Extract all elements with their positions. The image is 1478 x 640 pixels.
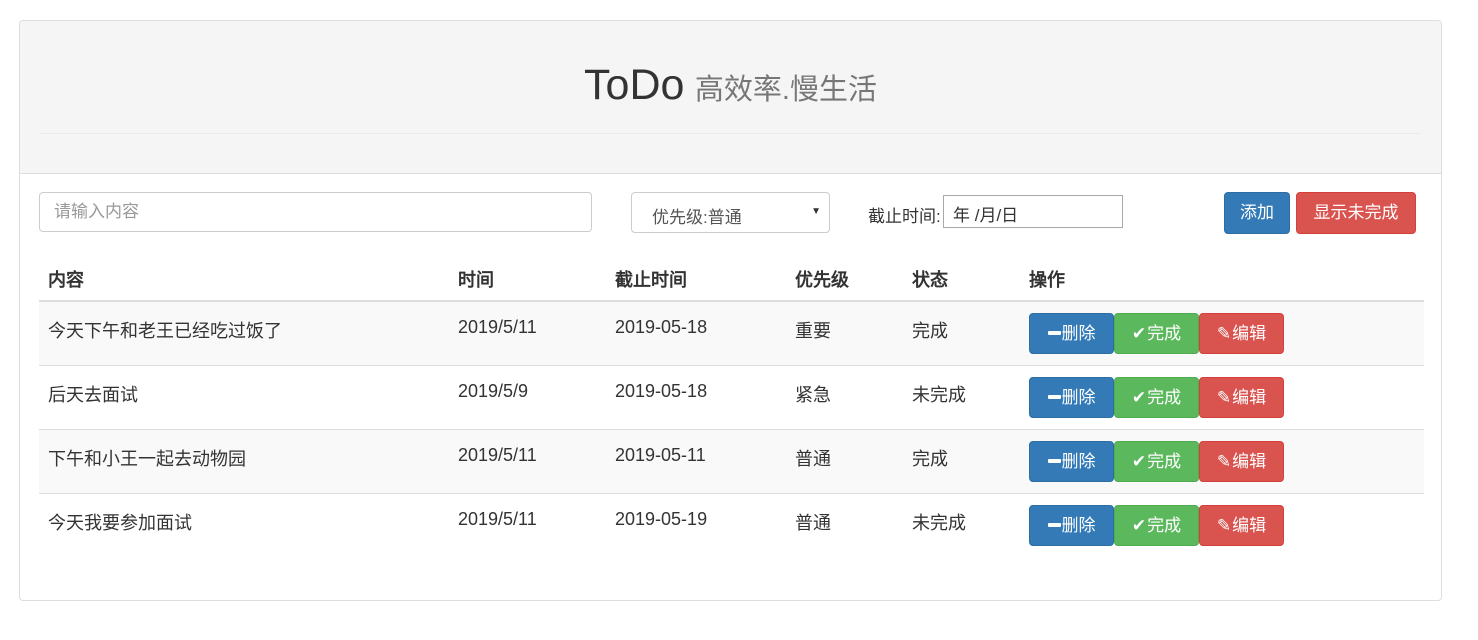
edit-button[interactable]: ✎编辑 (1199, 440, 1284, 482)
todo-table: 内容 时间 截止时间 优先级 状态 操作 今天下午和老王已经吃过饭了 2019/… (39, 257, 1424, 557)
done-button[interactable]: ✔完成 (1114, 440, 1199, 482)
row-time: 2019/5/11 (458, 444, 537, 465)
panel-heading: ToDo 高效率.慢生活 (20, 21, 1441, 174)
done-label: 完成 (1147, 515, 1182, 535)
app-title: ToDo (584, 61, 685, 109)
deadline-date-value: 年 /月/日 (953, 206, 1019, 225)
row-priority: 普通 (795, 448, 831, 469)
row-content: 后天去面试 (48, 384, 138, 405)
pencil-icon: ✎ (1216, 515, 1232, 535)
column-header-status: 状态 (903, 257, 1020, 302)
delete-label: 删除 (1061, 324, 1096, 343)
show-unfinished-button[interactable]: 显示未完成 (1296, 192, 1416, 234)
heading-divider (40, 133, 1421, 134)
edit-button[interactable]: ✎编辑 (1199, 504, 1284, 546)
column-header-deadline: 截止时间 (606, 257, 786, 302)
column-header-time: 时间 (449, 257, 606, 302)
app-subtitle: 高效率.慢生活 (694, 74, 877, 106)
delete-button[interactable]: 删除 (1029, 440, 1114, 482)
minus-icon (1047, 522, 1061, 527)
add-button[interactable]: 添加 (1224, 192, 1290, 234)
edit-label: 编辑 (1232, 387, 1267, 407)
minus-icon (1047, 394, 1061, 399)
pencil-icon: ✎ (1216, 387, 1232, 407)
row-actions: 删除 ✔完成 ✎编辑 (1029, 430, 1424, 482)
priority-select-value: 优先级:普通 (652, 208, 742, 227)
row-status: 未完成 (912, 384, 966, 405)
row-priority: 普通 (795, 512, 831, 533)
column-header-actions: 操作 (1020, 257, 1424, 302)
done-button[interactable]: ✔完成 (1114, 376, 1199, 418)
delete-label: 删除 (1061, 451, 1096, 471)
caret-down-icon: ▼ (811, 206, 821, 217)
row-actions: 删除 ✔完成 ✎编辑 (1029, 366, 1424, 418)
check-icon: ✔ (1131, 515, 1147, 535)
row-actions: 删除 ✔完成 ✎编辑 (1029, 494, 1424, 546)
edit-label: 编辑 (1232, 451, 1267, 471)
table-header-row: 内容 时间 截止时间 优先级 状态 操作 (39, 257, 1424, 302)
edit-button[interactable]: ✎编辑 (1199, 313, 1284, 354)
check-icon: ✔ (1131, 451, 1147, 471)
row-status: 完成 (912, 321, 948, 341)
column-header-priority: 优先级 (786, 257, 903, 302)
row-deadline: 2019-05-18 (615, 380, 708, 401)
row-deadline: 2019-05-18 (615, 317, 708, 337)
row-time: 2019/5/11 (458, 317, 537, 337)
edit-button[interactable]: ✎编辑 (1199, 376, 1284, 418)
row-status: 完成 (912, 448, 948, 469)
row-content: 下午和小王一起去动物园 (48, 448, 246, 469)
todo-panel: ToDo 高效率.慢生活 优先级:普通 ▼ 截止时间: 年 /月/日 添加 显示… (19, 20, 1442, 601)
row-content: 今天我要参加面试 (48, 512, 192, 533)
edit-label: 编辑 (1232, 324, 1267, 343)
row-actions: 删除 ✔完成 ✎编辑 (1029, 302, 1424, 354)
table-row: 今天我要参加面试 2019/5/11 2019-05-19 普通 未完成 删除 ✔… (39, 492, 1424, 557)
edit-label: 编辑 (1232, 515, 1267, 535)
pencil-icon: ✎ (1216, 451, 1232, 471)
delete-button[interactable]: 删除 (1029, 313, 1114, 354)
done-label: 完成 (1147, 324, 1182, 343)
delete-button[interactable]: 删除 (1029, 376, 1114, 418)
delete-label: 删除 (1061, 515, 1096, 535)
row-priority: 紧急 (795, 384, 831, 405)
priority-select[interactable]: 优先级:普通 ▼ (631, 192, 830, 233)
row-deadline: 2019-05-11 (615, 444, 706, 465)
delete-button[interactable]: 删除 (1029, 504, 1114, 546)
minus-icon (1047, 458, 1061, 463)
row-status: 未完成 (912, 512, 966, 533)
table-row: 后天去面试 2019/5/9 2019-05-18 紧急 未完成 删除 ✔完成 ✎编… (39, 364, 1424, 429)
row-deadline: 2019-05-19 (615, 508, 708, 529)
pencil-icon: ✎ (1216, 324, 1232, 343)
page-title: ToDo 高效率.慢生活 (20, 61, 1441, 110)
minus-icon (1047, 331, 1061, 336)
row-time: 2019/5/9 (458, 380, 529, 401)
deadline-label: 截止时间: (868, 207, 941, 226)
content-input[interactable] (39, 192, 592, 232)
table-row: 今天下午和老王已经吃过饭了 2019/5/11 2019-05-18 重要 完成… (39, 300, 1424, 365)
deadline-date-input[interactable]: 年 /月/日 (943, 195, 1123, 228)
done-label: 完成 (1147, 387, 1182, 407)
done-label: 完成 (1147, 451, 1182, 471)
done-button[interactable]: ✔完成 (1114, 504, 1199, 546)
row-content: 今天下午和老王已经吃过饭了 (48, 321, 282, 341)
done-button[interactable]: ✔完成 (1114, 313, 1199, 354)
check-icon: ✔ (1131, 387, 1147, 407)
row-time: 2019/5/11 (458, 508, 537, 529)
row-priority: 重要 (795, 321, 831, 341)
delete-label: 删除 (1061, 387, 1096, 407)
check-icon: ✔ (1131, 324, 1147, 343)
column-header-content: 内容 (39, 257, 449, 302)
table-row: 下午和小王一起去动物园 2019/5/11 2019-05-11 普通 完成 删… (39, 428, 1424, 493)
